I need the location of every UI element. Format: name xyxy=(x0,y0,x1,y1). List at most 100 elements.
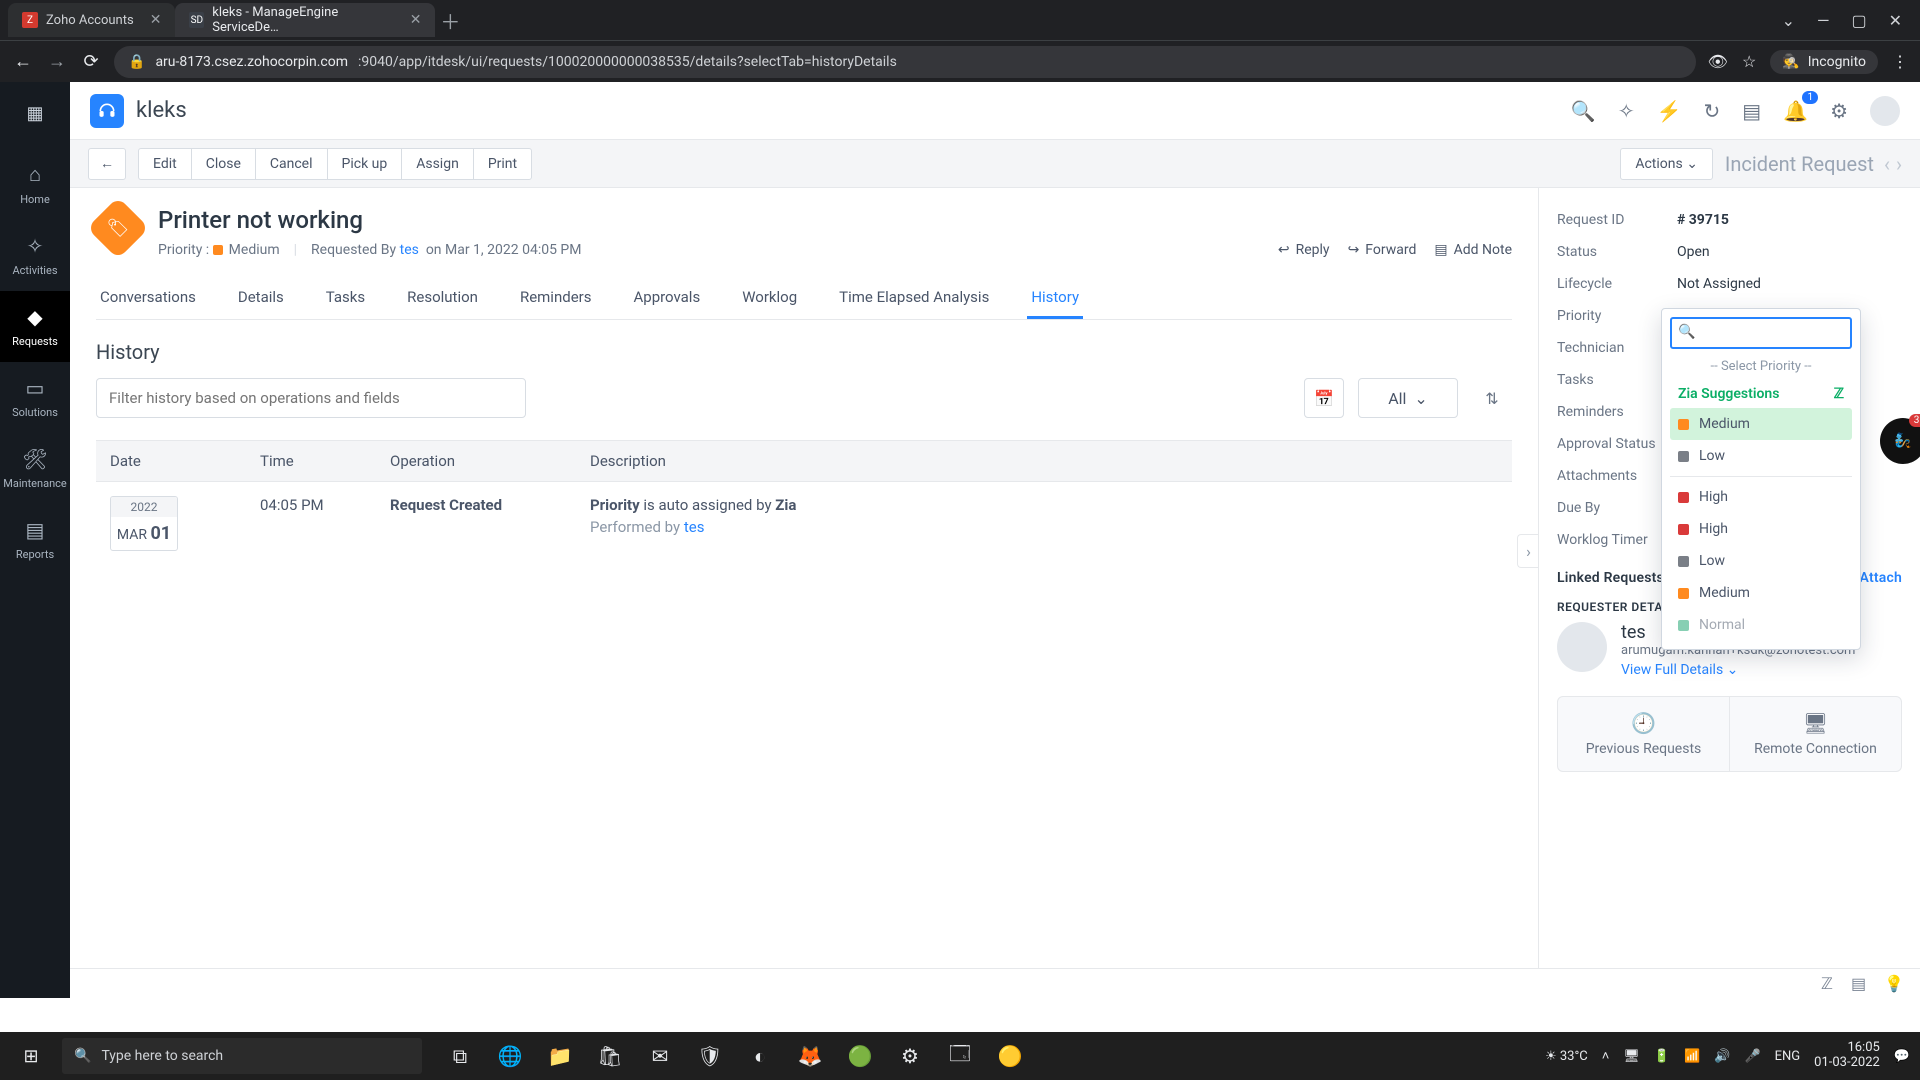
avatar[interactable] xyxy=(1870,96,1900,126)
tab-resolution[interactable]: Resolution xyxy=(403,278,482,319)
window-close-icon[interactable]: ✕ xyxy=(1889,11,1902,30)
tab-details[interactable]: Details xyxy=(234,278,288,319)
url-field[interactable]: 🔒 aru-8173.csez.zohocorpin.com:9040/app/… xyxy=(114,46,1696,78)
tab-history[interactable]: History xyxy=(1027,278,1083,319)
tab-close-icon[interactable]: ✕ xyxy=(150,12,162,28)
bell-icon[interactable]: 🔔1 xyxy=(1783,99,1808,123)
reply-button[interactable]: ↩ Reply xyxy=(1278,242,1330,258)
previous-requests-card[interactable]: 🕘Previous Requests xyxy=(1558,697,1729,771)
tray-lang[interactable]: ENG xyxy=(1775,1049,1801,1064)
priority-option[interactable]: Low xyxy=(1670,440,1852,472)
firefox-icon[interactable]: 🦊 xyxy=(788,1036,832,1076)
tray-wifi-icon[interactable]: 📶 xyxy=(1684,1049,1700,1064)
edit-button[interactable]: Edit xyxy=(138,148,192,180)
task-view-icon[interactable]: ⧉ xyxy=(438,1036,482,1076)
apps-grid-icon[interactable]: ▦ xyxy=(18,96,52,130)
browser-tab[interactable]: Z Zoho Accounts ✕ xyxy=(8,3,175,37)
performer-link[interactable]: tes xyxy=(684,518,705,536)
window-minimize-icon[interactable]: ― xyxy=(1817,11,1830,30)
date-filter-icon[interactable]: 📅 xyxy=(1304,378,1344,418)
back-button[interactable]: ← xyxy=(88,148,126,180)
priority-option[interactable]: Low xyxy=(1670,545,1852,577)
rail-item-home[interactable]: ⌂Home xyxy=(0,148,70,220)
bookmark-star-icon[interactable]: ☆ xyxy=(1742,52,1756,71)
assign-button[interactable]: Assign xyxy=(401,148,474,180)
tab-reminders[interactable]: Reminders xyxy=(516,278,596,319)
taskbar-clock[interactable]: 16:05 01-03-2022 xyxy=(1814,1041,1880,1071)
chrome-canary-icon[interactable]: 🟡 xyxy=(988,1036,1032,1076)
eye-off-icon[interactable]: 👁 xyxy=(1708,52,1728,71)
rail-item-maintenance[interactable]: 🛠Maintenance xyxy=(0,433,70,504)
next-request-icon[interactable]: › xyxy=(1896,152,1902,176)
remote-connection-card[interactable]: 🖥Remote Connection xyxy=(1729,697,1901,771)
pickup-button[interactable]: Pick up xyxy=(327,148,403,180)
tab-approvals[interactable]: Approvals xyxy=(629,278,704,319)
explorer-icon[interactable]: 📁 xyxy=(538,1036,582,1076)
prev-request-icon[interactable]: ‹ xyxy=(1884,152,1890,176)
nav-back-icon[interactable]: ← xyxy=(12,51,34,72)
zia-strip-icon[interactable]: ℤ xyxy=(1821,974,1833,993)
edge-icon[interactable]: 🌐 xyxy=(488,1036,532,1076)
cancel-button[interactable]: Cancel xyxy=(255,148,328,180)
add-note-button[interactable]: ▤ Add Note xyxy=(1434,242,1512,258)
tray-chevron-icon[interactable]: ˄ xyxy=(1602,1048,1610,1064)
history-filter-input[interactable] xyxy=(96,378,526,418)
tab-tasks[interactable]: Tasks xyxy=(322,278,369,319)
notes-icon[interactable]: ▤ xyxy=(1742,99,1761,123)
close-button[interactable]: Close xyxy=(191,148,256,180)
nav-forward-icon[interactable]: → xyxy=(46,51,68,72)
browser-tab[interactable]: SD kleks - ManageEngine ServiceDe… ✕ xyxy=(175,3,435,37)
tray-battery-icon[interactable]: 🔋 xyxy=(1654,1049,1670,1064)
tab-worklog[interactable]: Worklog xyxy=(738,278,801,319)
start-button[interactable]: ⊞ xyxy=(10,1046,52,1067)
priority-option[interactable]: Normal xyxy=(1670,609,1852,641)
action-center-icon[interactable]: 💬 xyxy=(1894,1049,1910,1064)
mail-icon[interactable]: ✉ xyxy=(638,1036,682,1076)
forward-button[interactable]: ↪ Forward xyxy=(1348,242,1417,258)
sort-icon[interactable]: ⇅ xyxy=(1472,378,1512,418)
rail-item-activities[interactable]: ✧Activities xyxy=(0,220,70,291)
tab-time-elapsed[interactable]: Time Elapsed Analysis xyxy=(835,278,993,319)
brand[interactable]: kleks xyxy=(90,94,187,128)
view-full-details-link[interactable]: View Full Details ⌄ xyxy=(1621,662,1855,678)
eclipse-icon[interactable]: ◐ xyxy=(738,1036,782,1076)
requester-link[interactable]: tes xyxy=(400,242,419,258)
field-value[interactable]: Open xyxy=(1677,244,1902,260)
chat-icon[interactable]: ✧ xyxy=(1618,99,1635,123)
actions-dropdown[interactable]: Actions ⌄ xyxy=(1620,148,1713,180)
vscode-icon[interactable]: 🗔 xyxy=(938,1036,982,1076)
attach-link[interactable]: Attach xyxy=(1860,570,1902,586)
weather-widget[interactable]: ☀ 33°C xyxy=(1545,1049,1588,1064)
bulb-strip-icon[interactable]: 💡 xyxy=(1884,974,1904,993)
nav-reload-icon[interactable]: ⟳ xyxy=(80,51,102,72)
rail-item-solutions[interactable]: ▭Solutions xyxy=(0,362,70,433)
zia-floating-button[interactable]: 🧞 31 xyxy=(1880,418,1920,464)
incognito-indicator[interactable]: 🕵 Incognito xyxy=(1770,50,1878,74)
rail-item-requests[interactable]: ◆Requests xyxy=(0,291,70,362)
tray-monitor-icon[interactable]: 🖥 xyxy=(1623,1049,1640,1064)
priority-option[interactable]: High xyxy=(1670,481,1852,513)
tab-close-icon[interactable]: ✕ xyxy=(410,12,422,28)
tray-volume-icon[interactable]: 🔊 xyxy=(1714,1049,1730,1064)
field-value[interactable]: Not Assigned xyxy=(1677,276,1902,292)
chevron-down-icon[interactable]: ⌄ xyxy=(1782,11,1795,30)
collapse-side-panel-icon[interactable]: › xyxy=(1517,534,1538,568)
browser-menu-icon[interactable]: ⋮ xyxy=(1892,52,1908,71)
taskbar-search[interactable]: 🔍 Type here to search xyxy=(62,1038,422,1074)
priority-option[interactable]: Medium xyxy=(1670,577,1852,609)
tab-conversations[interactable]: Conversations xyxy=(96,278,200,319)
history-scope-select[interactable]: All⌄ xyxy=(1358,378,1458,418)
search-icon[interactable]: 🔍 xyxy=(1571,99,1596,123)
tray-mic-icon[interactable]: 🎤 xyxy=(1744,1049,1760,1064)
priority-option[interactable]: Medium xyxy=(1670,408,1852,440)
gear-icon[interactable]: ⚙ xyxy=(1830,99,1848,123)
shield-icon[interactable]: 🛡 xyxy=(688,1036,732,1076)
chrome-icon[interactable]: 🟢 xyxy=(838,1036,882,1076)
window-maximize-icon[interactable]: ▢ xyxy=(1851,11,1866,30)
priority-option[interactable]: High xyxy=(1670,513,1852,545)
notes-strip-icon[interactable]: ▤ xyxy=(1851,974,1866,993)
store-icon[interactable]: 🛍 xyxy=(588,1036,632,1076)
history-icon[interactable]: ↻ xyxy=(1703,99,1720,123)
print-button[interactable]: Print xyxy=(473,148,532,180)
new-tab-button[interactable]: ＋ xyxy=(435,6,465,35)
